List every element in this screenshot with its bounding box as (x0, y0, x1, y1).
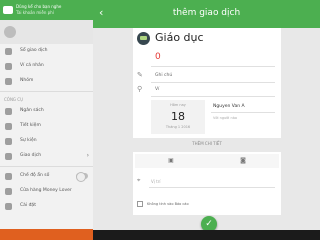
add-transaction-screen: ‹ thêm giao dịch Giáo dục 0 ✎ Ghi chú ⚲ … (93, 0, 320, 240)
drawer-bottom-bar (0, 229, 93, 240)
account-status: Tài khoản miễn phí (16, 10, 54, 15)
store-icon (5, 188, 12, 195)
event-icon (5, 138, 12, 145)
with-person-name: Nguyen Van A (213, 104, 245, 109)
menu-item-wallet[interactable]: Ví cá nhân (0, 59, 93, 74)
menu-item-label: Cửa hàng Money Lover (20, 188, 72, 193)
menu-item-settings[interactable]: Cài đặt (0, 199, 93, 214)
page-title: thêm giao dịch (172, 8, 241, 18)
menu-item-events[interactable]: Sự kiện (0, 134, 93, 149)
divider (149, 187, 275, 188)
settings-icon (5, 203, 12, 210)
wallet-icon (5, 63, 12, 70)
amount-field[interactable]: 0 (155, 52, 161, 62)
menu-item-budget[interactable]: Ngân sách (0, 104, 93, 119)
account-name: Dũng kể cho bạn nghe (16, 4, 62, 9)
savings-icon (5, 123, 12, 130)
education-category-icon[interactable] (137, 32, 150, 45)
pencil-icon: ✎ (137, 71, 143, 79)
camera-icon: ◙ (240, 157, 246, 164)
navigation-drawer: Dũng kể cho bạn nghe Tài khoản miễn phí … (0, 0, 93, 240)
date-month: Tháng 1 2016 (165, 125, 191, 129)
menu-item-label: Cài đặt (20, 203, 36, 208)
image-icon: ▣ (168, 157, 174, 164)
with-person-field[interactable]: Nguyen Van A Với người nào (211, 100, 275, 134)
note-field[interactable]: Ghi chú (155, 73, 172, 78)
menu-item-label: Ngân sách (20, 108, 44, 113)
recurring-icon (5, 153, 12, 160)
gallery-button[interactable]: ▣ (135, 154, 207, 168)
menu-item-savings[interactable]: Tiết kiệm (0, 119, 93, 134)
menu-item-label: Ví cá nhân (20, 63, 44, 68)
menu-item-label: Sổ giao dịch (20, 48, 48, 53)
date-picker[interactable]: Hôm nay 18 Tháng 1 2016 (151, 100, 205, 134)
menu-divider (0, 166, 93, 167)
hide-number-icon (5, 173, 12, 180)
more-details-card: ▣ ◙ ⌖ Vị trí Không tính vào Báo cáo (133, 152, 281, 215)
date-day: 18 (171, 110, 185, 123)
budget-icon (5, 108, 12, 115)
exclude-report-label: Không tính vào Báo cáo (147, 202, 189, 206)
location-field[interactable]: Vị trí (151, 179, 160, 184)
transaction-card: Giáo dục 0 ✎ Ghi chú ⚲ Ví Hôm nay 18 Thá… (133, 28, 281, 138)
date-label: Hôm nay (170, 103, 186, 107)
chevron-right-icon: › (86, 152, 89, 159)
bottom-strip (93, 230, 320, 240)
menu-item-label: Nhóm (20, 78, 34, 83)
exclude-report-checkbox[interactable] (137, 201, 143, 207)
checkmark-icon: ✓ (205, 219, 213, 229)
menu-divider (0, 91, 93, 92)
divider (151, 96, 275, 97)
category-field[interactable]: Giáo dục (155, 31, 204, 44)
more-details-label[interactable]: THÊM CHI TIẾT (133, 141, 281, 146)
menu-item-group[interactable]: Nhóm (0, 74, 93, 89)
divider (211, 112, 275, 113)
person-icon: ⚲ (137, 85, 143, 93)
drawer-header: Dũng kể cho bạn nghe Tài khoản miễn phí (0, 0, 93, 20)
wallet-avatar-icon (4, 26, 16, 38)
divider (151, 82, 275, 83)
location-pin-icon: ⌖ (137, 177, 141, 184)
app-toolbar: ‹ thêm giao dịch (93, 0, 320, 28)
menu-item-recurring[interactable]: Giao dịch › (0, 149, 93, 164)
wallet-selector[interactable] (0, 20, 93, 44)
menu-item-transactions[interactable]: Sổ giao dịch (0, 44, 93, 59)
with-person-hint: Với người nào (213, 116, 238, 120)
menu-item-label: Sự kiện (20, 138, 37, 143)
ledger-icon (5, 48, 12, 55)
menu-item-label: Tiết kiệm (20, 123, 41, 128)
divider (151, 66, 275, 67)
menu-item-label: Chế độ ẩn số (20, 173, 50, 178)
wallet-field[interactable]: Ví (155, 87, 159, 92)
menu-item-label: Giao dịch (20, 153, 42, 158)
menu-item-store[interactable]: Cửa hàng Money Lover (0, 184, 93, 199)
hide-numbers-toggle[interactable] (76, 172, 88, 182)
camera-button[interactable]: ◙ (207, 154, 279, 168)
app-logo-icon (3, 6, 13, 14)
tools-section-heading: CÔNG CỤ (4, 97, 24, 102)
group-icon (5, 78, 12, 85)
menu-item-hide-numbers[interactable]: Chế độ ẩn số (0, 169, 93, 184)
